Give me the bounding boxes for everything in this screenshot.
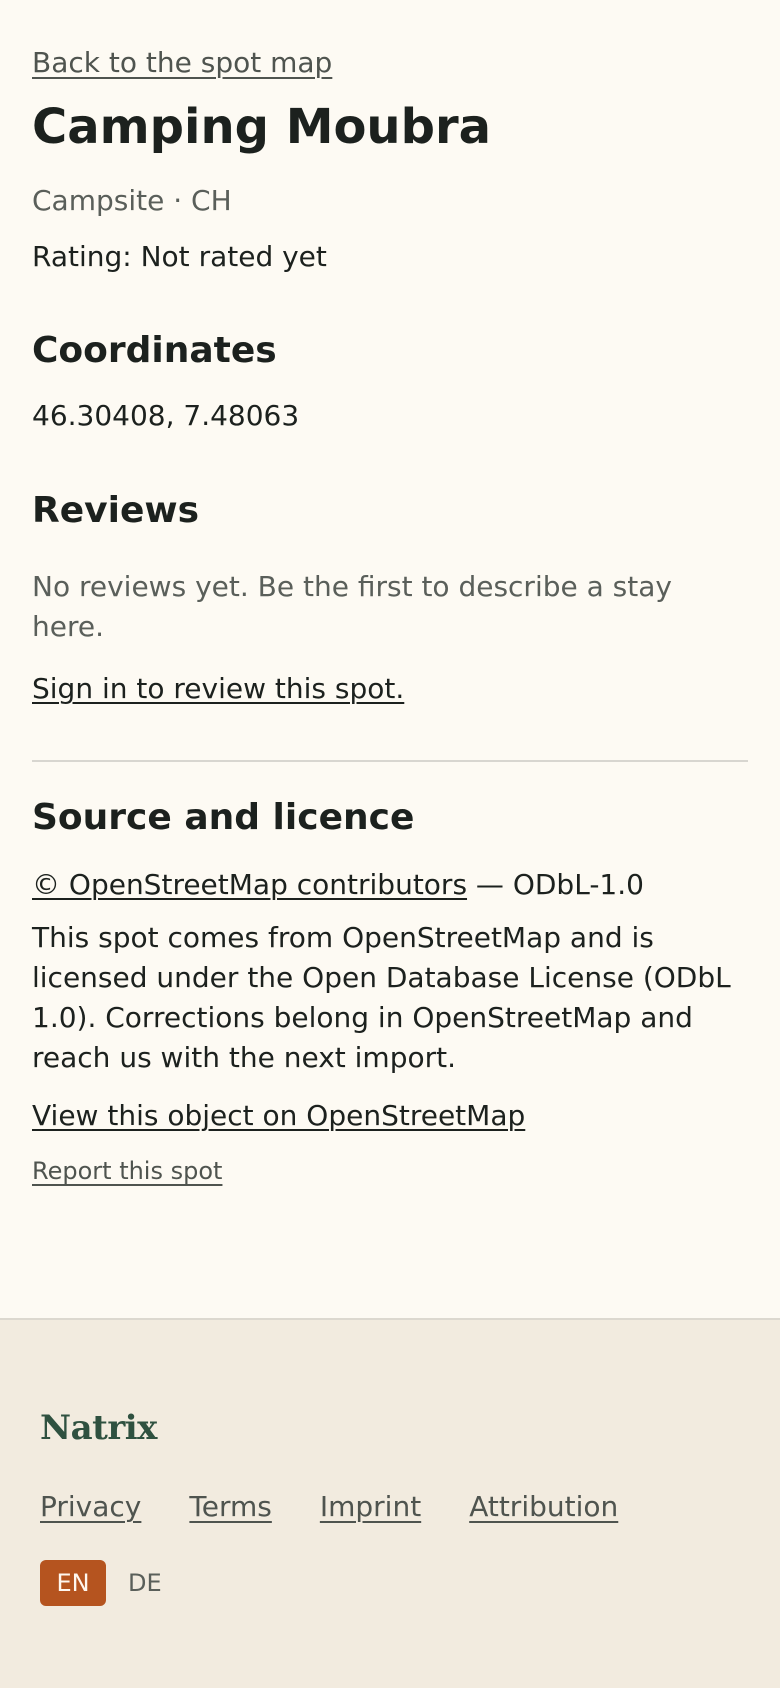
report-spot-link[interactable]: Report this spot xyxy=(32,1157,222,1185)
licence-description: This spot comes from OpenStreetMap and i… xyxy=(32,921,731,1074)
no-reviews-text: No reviews yet. Be the first to describe… xyxy=(32,570,672,643)
page-title: Camping Moubra xyxy=(32,99,492,155)
brand-logo[interactable]: Natrix xyxy=(40,1408,157,1448)
footer-link-imprint[interactable]: Imprint xyxy=(320,1490,421,1523)
view-on-osm-link[interactable]: View this object on OpenStreetMap xyxy=(32,1099,525,1132)
footer-link-terms[interactable]: Terms xyxy=(189,1490,271,1523)
licence-heading: Source and licence xyxy=(32,797,415,838)
site-footer: Natrix Privacy Terms Imprint Attribution… xyxy=(0,1318,780,1688)
coordinates-value: 46.30408, 7.48063 xyxy=(32,399,300,432)
licence-name: — ODbL-1.0 xyxy=(467,868,644,901)
footer-link-privacy[interactable]: Privacy xyxy=(40,1490,141,1523)
osm-contributors-link[interactable]: © OpenStreetMap contributors xyxy=(32,868,467,901)
coordinates-heading: Coordinates xyxy=(32,330,277,371)
back-to-map-link[interactable]: Back to the spot map xyxy=(32,46,332,79)
footer-link-attribution[interactable]: Attribution xyxy=(469,1490,618,1523)
language-en-button[interactable]: EN xyxy=(40,1560,106,1606)
sign-in-to-review-link[interactable]: Sign in to review this spot. xyxy=(32,672,404,705)
language-de-button[interactable]: DE xyxy=(128,1569,162,1597)
spot-rating: Rating: Not rated yet xyxy=(32,240,327,273)
language-switcher: EN DE xyxy=(40,1560,162,1606)
reviews-heading: Reviews xyxy=(32,490,200,531)
section-divider xyxy=(32,760,748,762)
spot-subtitle: Campsite · CH xyxy=(32,184,232,217)
main-content: Back to the spot map Camping Moubra Camp… xyxy=(0,0,780,1318)
footer-links: Privacy Terms Imprint Attribution xyxy=(40,1490,618,1523)
spot-detail-page: Back to the spot map Camping Moubra Camp… xyxy=(0,0,780,1688)
licence-attribution: © OpenStreetMap contributors — ODbL-1.0 xyxy=(32,868,644,901)
